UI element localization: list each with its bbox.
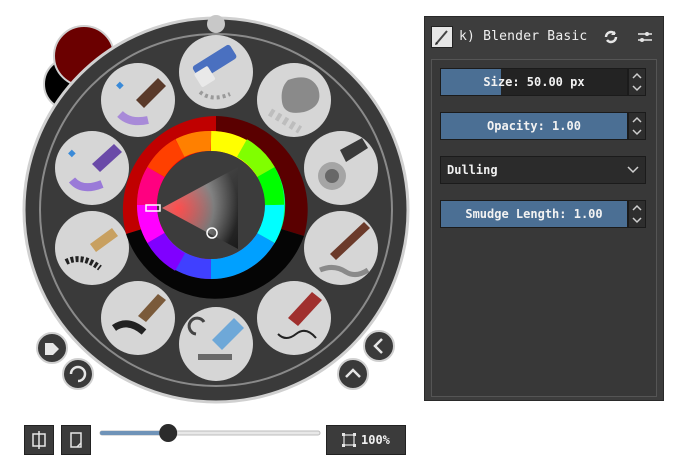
popup-palette: ◆ ◆ bbox=[22, 15, 410, 404]
zoom-slider[interactable] bbox=[98, 420, 322, 448]
canvas-only-button[interactable] bbox=[61, 425, 91, 455]
preset-rough-bristle-brush[interactable] bbox=[55, 211, 129, 285]
preset-wet-purple-brush[interactable]: ◆ bbox=[101, 63, 175, 137]
clear-history-button[interactable] bbox=[62, 358, 94, 390]
mirror-icon bbox=[32, 431, 46, 449]
preset-thumbnail[interactable] bbox=[431, 26, 453, 48]
size-label: Size: 50.00 px bbox=[483, 75, 585, 89]
brush-preset-icon bbox=[435, 30, 448, 45]
spin-arrows-icon bbox=[632, 204, 642, 224]
smudge-length-label: Smudge Length: 1.00 bbox=[465, 207, 603, 221]
preset-marker-blender[interactable] bbox=[179, 307, 253, 381]
reload-preset-icon[interactable] bbox=[601, 27, 621, 47]
svg-text:◆: ◆ bbox=[68, 148, 76, 159]
preset-pencil-sketch[interactable] bbox=[257, 281, 331, 355]
opacity-spinner[interactable] bbox=[628, 112, 646, 140]
preset-name: k) Blender Basic bbox=[459, 29, 588, 44]
collapse-button[interactable] bbox=[363, 330, 395, 362]
smudge-length-slider[interactable]: Smudge Length: 1.00 bbox=[440, 200, 628, 228]
brush-editor-panel: k) Blender Basic Size: 50.00 px Opacity:… bbox=[424, 16, 664, 401]
tag-button[interactable] bbox=[36, 332, 68, 364]
page-icon bbox=[70, 432, 82, 448]
settings-sliders-icon[interactable] bbox=[635, 27, 655, 47]
spin-arrows-icon bbox=[632, 72, 642, 92]
svg-text:◆: ◆ bbox=[116, 80, 124, 91]
opacity-label: Opacity: 1.00 bbox=[487, 119, 581, 133]
preset-blur-texture-brush[interactable] bbox=[257, 63, 331, 137]
smudge-length-spinner[interactable] bbox=[628, 200, 646, 228]
zoom-value: 100% bbox=[361, 433, 390, 447]
preset-airbrush-soft[interactable] bbox=[304, 131, 378, 205]
mirror-canvas-button[interactable] bbox=[24, 425, 54, 455]
blend-mode-value: Dulling bbox=[447, 163, 498, 177]
chevron-down-icon bbox=[627, 166, 639, 174]
spin-arrows-icon bbox=[632, 116, 642, 136]
fit-canvas-icon bbox=[342, 433, 356, 447]
palette-handle[interactable] bbox=[207, 15, 225, 33]
panel-header: k) Blender Basic bbox=[425, 17, 665, 55]
brush-options-frame: Size: 50.00 px Opacity: 1.00 Dulling Smu… bbox=[431, 59, 657, 397]
size-spinner[interactable] bbox=[628, 68, 646, 96]
zoom-slider-fill bbox=[100, 431, 169, 435]
preset-eraser-brush[interactable] bbox=[179, 35, 253, 109]
size-slider[interactable]: Size: 50.00 px bbox=[440, 68, 628, 96]
blend-mode-dropdown[interactable]: Dulling bbox=[440, 156, 646, 184]
preset-bristle-brush-dark[interactable] bbox=[101, 281, 175, 355]
expand-up-button[interactable] bbox=[337, 358, 369, 390]
preset-paint-smudge-brush[interactable] bbox=[304, 211, 378, 285]
zoom-button[interactable]: 100% bbox=[326, 425, 406, 455]
preset-watercolor-purple-brush[interactable]: ◆ bbox=[55, 131, 129, 205]
zoom-slider-thumb[interactable] bbox=[159, 424, 178, 442]
opacity-slider[interactable]: Opacity: 1.00 bbox=[440, 112, 628, 140]
